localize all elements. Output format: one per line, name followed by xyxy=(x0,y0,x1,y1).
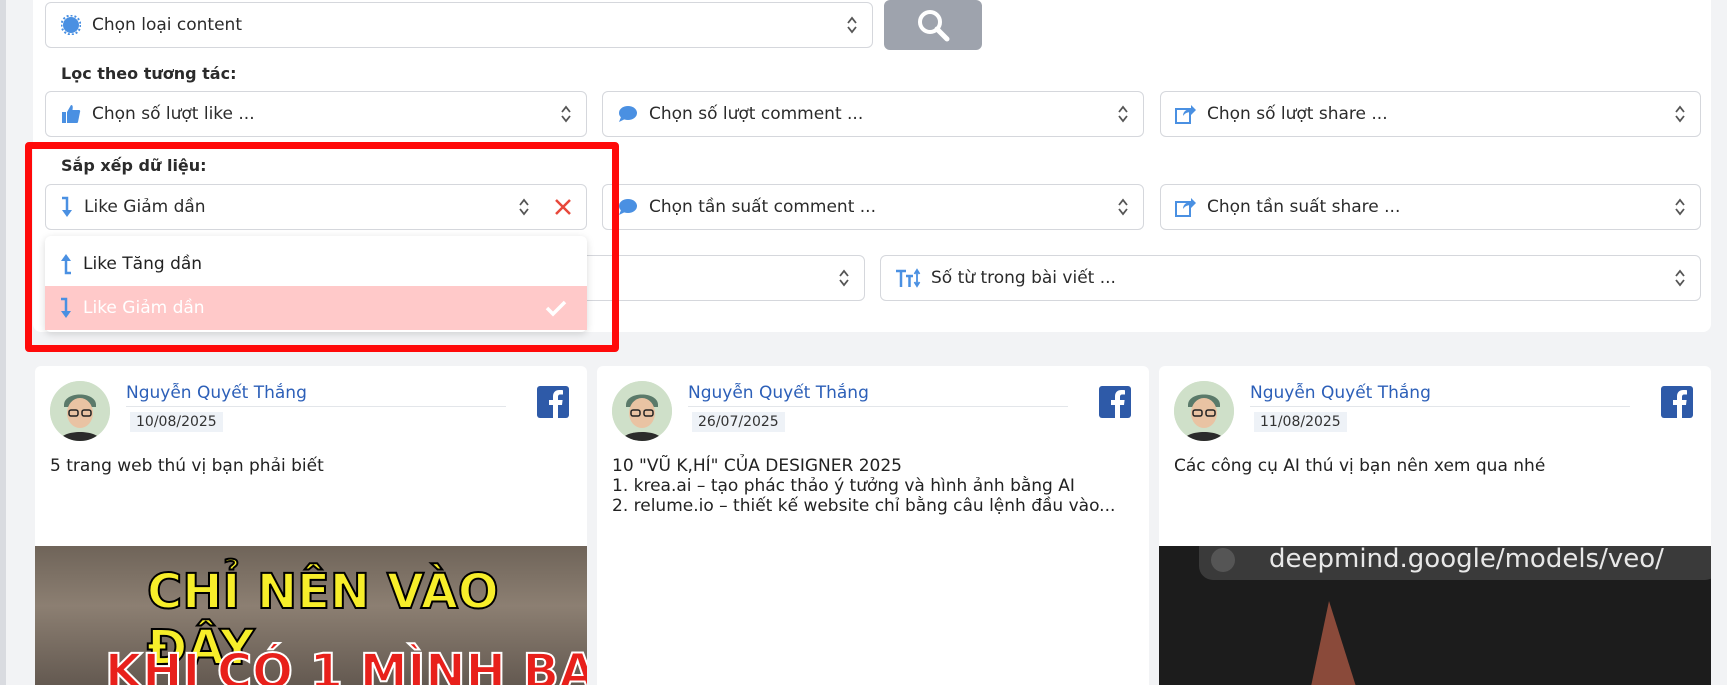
thumbnail-caption-2: KHI CÓ 1 MÌNH BẠN xyxy=(104,643,587,685)
share-frequency-text: Chọn tần suất share ... xyxy=(1207,197,1401,217)
post-text: 10 "VŨ K,HÍ" CỦA DESIGNER 2025 1. krea.a… xyxy=(612,456,1116,516)
avatar[interactable] xyxy=(612,381,672,441)
divider xyxy=(1250,406,1630,407)
facebook-icon[interactable] xyxy=(1661,386,1693,418)
share-count-text: Chọn số lượt share ... xyxy=(1207,104,1388,124)
updown-icon xyxy=(560,104,574,124)
thumbnail-shape xyxy=(1309,601,1359,685)
share-count-select[interactable]: Chọn số lượt share ... xyxy=(1160,91,1701,137)
updown-icon xyxy=(1117,104,1131,124)
like-count-text: Chọn số lượt like ... xyxy=(92,104,255,124)
author-name[interactable]: Nguyễn Quyết Thắng xyxy=(126,383,307,403)
content-type-select[interactable]: Chọn loại content xyxy=(45,2,873,48)
post-card[interactable]: Nguyễn Quyết Thắng 11/08/2025 Các công c… xyxy=(1159,366,1711,685)
avatar[interactable] xyxy=(50,381,110,441)
post-date: 11/08/2025 xyxy=(1254,412,1347,432)
interaction-label: Lọc theo tương tác: xyxy=(61,64,237,83)
thumbnail-url-icon xyxy=(1211,548,1235,572)
updown-icon xyxy=(1674,197,1688,217)
gear-icon xyxy=(60,14,82,36)
search-icon xyxy=(918,10,950,42)
share-frequency-select[interactable]: Chọn tần suất share ... xyxy=(1160,184,1701,230)
post-text: Các công cụ AI thú vị bạn nên xem qua nh… xyxy=(1174,456,1546,476)
text-height-icon xyxy=(895,267,921,289)
facebook-icon[interactable] xyxy=(1099,386,1131,418)
post-thumbnail[interactable]: deepmind.google/models/veo/ xyxy=(1159,546,1711,685)
comment-icon xyxy=(617,196,639,218)
share-icon xyxy=(1175,103,1197,125)
page-edge xyxy=(0,0,6,685)
thumbnail-url: deepmind.google/models/veo/ xyxy=(1269,546,1664,574)
author-name[interactable]: Nguyễn Quyết Thắng xyxy=(1250,383,1431,403)
search-button[interactable] xyxy=(884,0,982,50)
like-count-select[interactable]: Chọn số lượt like ... xyxy=(45,91,587,137)
post-text: 5 trang web thú vị bạn phải biết xyxy=(50,456,324,476)
post-card[interactable]: Nguyễn Quyết Thắng 10/08/2025 5 trang we… xyxy=(35,366,587,685)
facebook-icon[interactable] xyxy=(537,386,569,418)
updown-icon xyxy=(1117,197,1131,217)
comment-frequency-text: Chọn tần suất comment ... xyxy=(649,197,876,217)
post-date: 10/08/2025 xyxy=(130,412,223,432)
share-icon xyxy=(1175,196,1197,218)
content-type-text: Chọn loại content xyxy=(92,15,242,35)
author-name[interactable]: Nguyễn Quyết Thắng xyxy=(688,383,869,403)
post-date: 26/07/2025 xyxy=(692,412,785,432)
divider xyxy=(688,406,1068,407)
word-count-select[interactable]: Số từ trong bài viết ... xyxy=(880,255,1701,301)
word-count-text: Số từ trong bài viết ... xyxy=(931,268,1116,288)
updown-icon xyxy=(838,268,852,288)
highlight-box xyxy=(25,142,619,352)
post-thumbnail[interactable]: CHỈ NÊN VÀO ĐÂY KHI CÓ 1 MÌNH BẠN xyxy=(35,546,587,685)
thumbs-up-icon xyxy=(60,103,82,125)
comment-frequency-select[interactable]: Chọn tần suất comment ... xyxy=(602,184,1144,230)
updown-icon xyxy=(846,15,860,35)
post-card[interactable]: Nguyễn Quyết Thắng 26/07/2025 10 "VŨ K,H… xyxy=(597,366,1149,685)
divider xyxy=(126,406,506,407)
updown-icon xyxy=(1674,268,1688,288)
updown-icon xyxy=(1674,104,1688,124)
comment-count-text: Chọn số lượt comment ... xyxy=(649,104,864,124)
comment-icon xyxy=(617,103,639,125)
comment-count-select[interactable]: Chọn số lượt comment ... xyxy=(602,91,1144,137)
avatar[interactable] xyxy=(1174,381,1234,441)
